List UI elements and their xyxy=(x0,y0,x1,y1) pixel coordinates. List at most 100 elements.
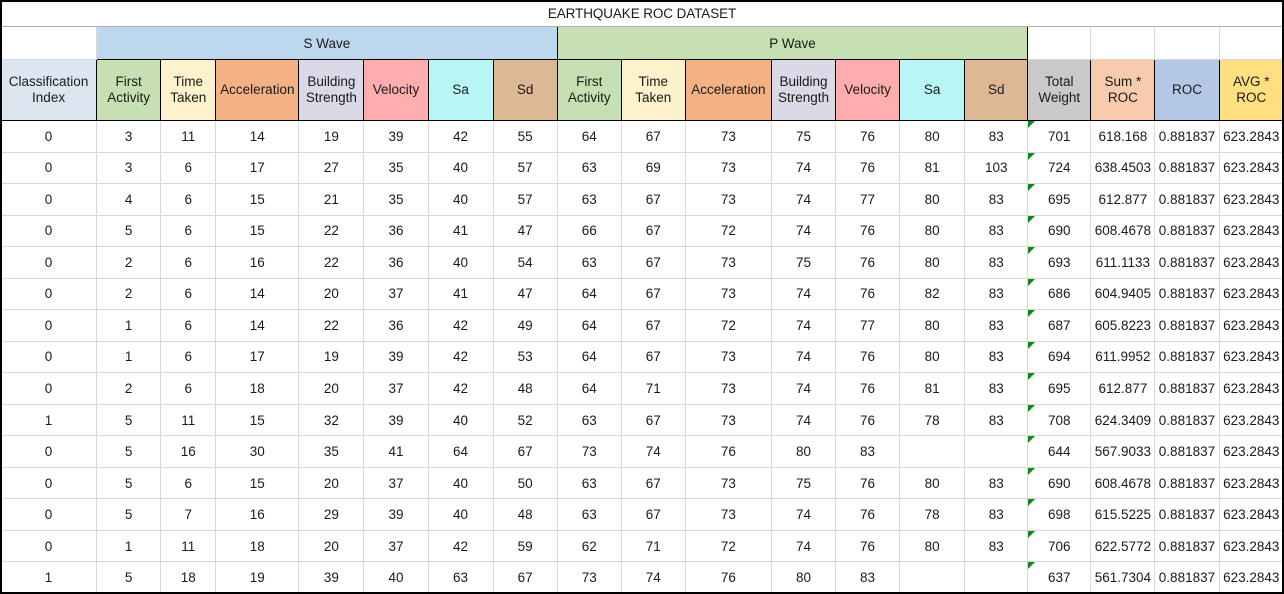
cell-classification_index[interactable]: 0 xyxy=(0,151,98,185)
cell-total_weight[interactable]: 637 xyxy=(1027,561,1092,594)
cell-s_acceleration[interactable]: 16 xyxy=(215,498,300,531)
cell-p_acceleration[interactable]: 73 xyxy=(684,340,772,374)
cell-s_building_strength[interactable]: 20 xyxy=(298,372,365,405)
column-header-s_sa[interactable]: Sa xyxy=(427,58,494,122)
cell-p_first_activity[interactable]: 64 xyxy=(556,340,622,374)
cell-s_building_strength[interactable]: 22 xyxy=(298,246,365,279)
column-header-p_acceleration[interactable]: Acceleration xyxy=(684,58,772,122)
cell-total_weight[interactable]: 693 xyxy=(1027,246,1092,279)
cell-p_velocity[interactable]: 76 xyxy=(835,372,901,405)
column-header-s_first_activity[interactable]: First Activity xyxy=(96,58,162,122)
cell-classification_index[interactable]: 0 xyxy=(0,498,98,531)
column-header-s_building_strength[interactable]: Building Strength xyxy=(298,58,365,122)
cell-s_first_activity[interactable]: 1 xyxy=(96,340,162,374)
cell-sum_roc[interactable]: 618.168 xyxy=(1090,120,1156,153)
table-row[interactable]: 0 1 11 18 20 37 42 59 62 71 72 74 76 80 83 706 622.5772 0… xyxy=(0,529,1284,563)
table-row[interactable]: 0 2 6 18 20 37 42 48 64 71 73 74 76 81 83 695 612.877 0.8… xyxy=(0,372,1284,405)
cell-classification_index[interactable]: 0 xyxy=(0,214,98,248)
cell-s_building_strength[interactable]: 39 xyxy=(298,561,365,594)
cell-s_building_strength[interactable]: 20 xyxy=(298,277,365,311)
cell-p_acceleration[interactable]: 73 xyxy=(684,183,772,216)
cell-s_sd[interactable]: 55 xyxy=(492,120,558,153)
cell-p_building_strength[interactable]: 74 xyxy=(770,214,837,248)
cell-s_velocity[interactable]: 39 xyxy=(363,498,429,531)
cell-s_acceleration[interactable]: 30 xyxy=(215,435,300,468)
cell-s_velocity[interactable]: 40 xyxy=(363,561,429,594)
cell-s_building_strength[interactable]: 22 xyxy=(298,214,365,248)
cell-p_velocity[interactable]: 76 xyxy=(835,466,901,500)
cell-total_weight[interactable]: 687 xyxy=(1027,309,1092,342)
column-header-roc[interactable]: ROC xyxy=(1154,58,1220,122)
cell-sum_roc[interactable]: 612.877 xyxy=(1090,372,1156,405)
cell-p_velocity[interactable]: 77 xyxy=(835,309,901,342)
cell-p_first_activity[interactable]: 73 xyxy=(556,435,622,468)
cell-p_time_taken[interactable]: 67 xyxy=(620,120,686,153)
cell-p_velocity[interactable]: 76 xyxy=(835,403,901,437)
cell-roc[interactable]: 0.881837 xyxy=(1154,466,1220,500)
cell-s_building_strength[interactable]: 22 xyxy=(298,309,365,342)
cell-p_velocity[interactable]: 76 xyxy=(835,246,901,279)
cell-avg_roc[interactable]: 623.2843 xyxy=(1218,498,1284,531)
cell-p_sa[interactable] xyxy=(899,561,966,594)
cell-classification_index[interactable]: 0 xyxy=(0,246,98,279)
cell-total_weight[interactable]: 690 xyxy=(1027,214,1092,248)
cell-s_first_activity[interactable]: 2 xyxy=(96,372,162,405)
cell-avg_roc[interactable]: 623.2843 xyxy=(1218,183,1284,216)
column-header-s_acceleration[interactable]: Acceleration xyxy=(215,58,300,122)
cell-s_acceleration[interactable]: 18 xyxy=(215,529,300,563)
column-header-p_sd[interactable]: Sd xyxy=(964,58,1029,122)
cell-total_weight[interactable]: 706 xyxy=(1027,529,1092,563)
cell-p_time_taken[interactable]: 69 xyxy=(620,151,686,185)
cell-s_velocity[interactable]: 39 xyxy=(363,120,429,153)
cell-roc[interactable]: 0.881837 xyxy=(1154,561,1220,594)
column-header-p_building_strength[interactable]: Building Strength xyxy=(770,58,837,122)
cell-s_time_taken[interactable]: 6 xyxy=(160,151,217,185)
cell-p_velocity[interactable]: 76 xyxy=(835,214,901,248)
table-row[interactable]: 1 5 11 15 32 39 40 52 63 67 73 74 76 78 83 708 624.3409 0… xyxy=(0,403,1284,437)
cell-p_first_activity[interactable]: 63 xyxy=(556,246,622,279)
column-header-s_velocity[interactable]: Velocity xyxy=(363,58,429,122)
cell-s_time_taken[interactable]: 11 xyxy=(160,403,217,437)
cell-s_sa[interactable]: 40 xyxy=(427,183,494,216)
cell-p_sd[interactable]: 83 xyxy=(964,340,1029,374)
cell-s_first_activity[interactable]: 5 xyxy=(96,498,162,531)
cell-s_sd[interactable]: 57 xyxy=(492,151,558,185)
cell-p_acceleration[interactable]: 76 xyxy=(684,435,772,468)
cell-avg_roc[interactable]: 623.2843 xyxy=(1218,466,1284,500)
cell-s_velocity[interactable]: 35 xyxy=(363,151,429,185)
cell-s_sd[interactable]: 57 xyxy=(492,183,558,216)
cell-p_sd[interactable]: 83 xyxy=(964,372,1029,405)
cell-p_time_taken[interactable]: 67 xyxy=(620,340,686,374)
cell-s_sd[interactable]: 53 xyxy=(492,340,558,374)
cell-s_sd[interactable]: 52 xyxy=(492,403,558,437)
cell-s_first_activity[interactable]: 5 xyxy=(96,403,162,437)
cell-p_time_taken[interactable]: 67 xyxy=(620,183,686,216)
cell-p_sa[interactable]: 80 xyxy=(899,246,966,279)
cell-p_sd[interactable]: 83 xyxy=(964,403,1029,437)
cell-p_sa[interactable]: 80 xyxy=(899,466,966,500)
cell-p_velocity[interactable]: 76 xyxy=(835,529,901,563)
cell-s_sd[interactable]: 59 xyxy=(492,529,558,563)
cell-p_building_strength[interactable]: 75 xyxy=(770,466,837,500)
cell-p_building_strength[interactable]: 74 xyxy=(770,372,837,405)
cell-s_velocity[interactable]: 39 xyxy=(363,403,429,437)
cell-p_acceleration[interactable]: 76 xyxy=(684,561,772,594)
cell-p_velocity[interactable]: 76 xyxy=(835,120,901,153)
cell-sum_roc[interactable]: 611.1133 xyxy=(1090,246,1156,279)
cell-avg_roc[interactable]: 623.2843 xyxy=(1218,277,1284,311)
cell-p_building_strength[interactable]: 75 xyxy=(770,120,837,153)
cell-p_sd[interactable]: 83 xyxy=(964,498,1029,531)
cell-sum_roc[interactable]: 612.877 xyxy=(1090,183,1156,216)
cell-s_velocity[interactable]: 36 xyxy=(363,309,429,342)
cell-p_acceleration[interactable]: 73 xyxy=(684,151,772,185)
cell-s_acceleration[interactable]: 14 xyxy=(215,120,300,153)
cell-classification_index[interactable]: 0 xyxy=(0,309,98,342)
cell-classification_index[interactable]: 0 xyxy=(0,529,98,563)
cell-sum_roc[interactable]: 615.5225 xyxy=(1090,498,1156,531)
table-row[interactable]: 0 4 6 15 21 35 40 57 63 67 73 74 77 80 83 695 612.877 0.8… xyxy=(0,183,1284,216)
cell-p_sa[interactable]: 80 xyxy=(899,183,966,216)
cell-s_first_activity[interactable]: 5 xyxy=(96,435,162,468)
cell-p_first_activity[interactable]: 62 xyxy=(556,529,622,563)
cell-sum_roc[interactable]: 624.3409 xyxy=(1090,403,1156,437)
cell-p_first_activity[interactable]: 64 xyxy=(556,309,622,342)
